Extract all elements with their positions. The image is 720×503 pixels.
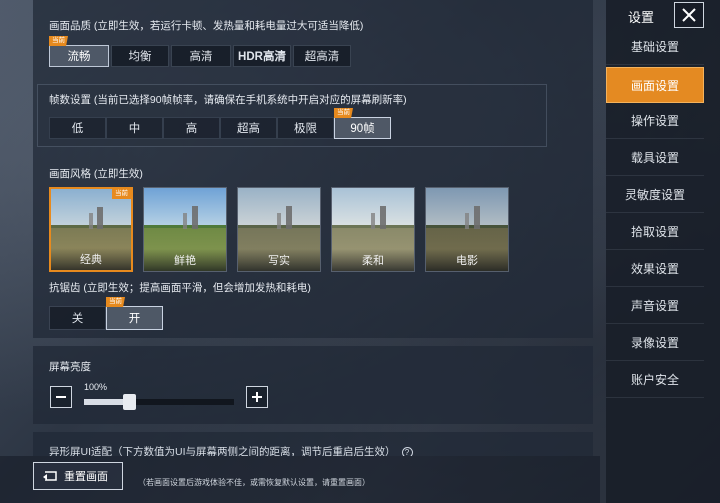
sidebar-item-effects[interactable]: 效果设置 xyxy=(606,251,704,287)
close-icon xyxy=(682,8,696,22)
style-option-classic[interactable]: 当前 经典 xyxy=(49,187,133,272)
style-selector: 当前 经典 鲜艳 写实 柔和 电影 xyxy=(49,187,519,272)
fps-selector: 低 中 高 超高 极限 当前 90帧 xyxy=(49,108,391,139)
style-option-label: 经典 xyxy=(51,248,131,270)
fps-option-90[interactable]: 当前 90帧 xyxy=(334,108,391,139)
fps-title: 帧数设置 (当前已选择90帧帧率，请确保在手机系统中开启对应的屏幕刷新率) xyxy=(49,94,407,106)
tower-graphic xyxy=(473,206,480,230)
sidebar-item-pickup[interactable]: 拾取设置 xyxy=(606,214,704,250)
minus-icon xyxy=(56,396,66,398)
quality-option-label: 超高清 xyxy=(304,51,340,63)
fps-option-label: 中 xyxy=(128,123,141,135)
sidebar-item-label: 拾取设置 xyxy=(630,225,679,239)
current-tag: 当前 xyxy=(334,108,353,118)
style-title: 画面风格 (立即生效) xyxy=(49,168,143,180)
style-option-label: 写实 xyxy=(238,249,320,271)
sidebar-item-label: 声音设置 xyxy=(630,299,679,313)
quality-option-label: 高清 xyxy=(189,51,213,63)
antialias-option-on[interactable]: 当前 开 xyxy=(106,297,163,330)
plus-icon xyxy=(252,392,262,402)
style-option-soft[interactable]: 柔和 xyxy=(331,187,415,272)
quality-option-hd[interactable]: 高清 xyxy=(171,45,231,67)
tower-graphic xyxy=(191,206,198,230)
style-option-label: 电影 xyxy=(426,249,508,271)
quality-option-hdr[interactable]: HDR高清 xyxy=(233,45,291,67)
help-icon[interactable]: ? xyxy=(401,446,413,456)
brightness-decrease-button[interactable] xyxy=(50,386,72,408)
sidebar-item-label: 录像设置 xyxy=(630,336,679,350)
quality-option-label: 均衡 xyxy=(128,51,152,63)
notch-adapt-panel: 异形屏UI适配（下方数值为UI与屏幕两侧之间的距离，调节后重启后生效）? xyxy=(33,432,593,456)
style-option-vivid[interactable]: 鲜艳 xyxy=(143,187,227,272)
sidebar-item-replay[interactable]: 录像设置 xyxy=(606,325,704,361)
sidebar-item-graphics[interactable]: 画面设置 xyxy=(606,67,704,103)
brightness-increase-button[interactable] xyxy=(246,386,268,408)
notch-adapt-title: 异形屏UI适配（下方数值为UI与屏幕两侧之间的距离，调节后重启后生效）? xyxy=(49,444,413,456)
brightness-value: 100% xyxy=(84,382,108,392)
fps-option-label: 低 xyxy=(71,123,84,135)
style-option-cinema[interactable]: 电影 xyxy=(425,187,509,272)
reset-hint: （若画面设置后游戏体验不佳，或需恢复默认设置，请重置画面） xyxy=(138,478,370,487)
brightness-control: 100% xyxy=(50,382,270,410)
current-tag: 当前 xyxy=(49,36,68,46)
fps-option-ultra[interactable]: 超高 xyxy=(220,117,277,139)
fps-option-label: 90帧 xyxy=(350,123,375,135)
reset-icon xyxy=(43,471,57,481)
quality-option-ultra[interactable]: 超高清 xyxy=(293,45,351,67)
fps-option-label: 超高 xyxy=(237,123,260,135)
antialias-option-off[interactable]: 关 xyxy=(49,306,106,330)
sidebar-item-audio[interactable]: 声音设置 xyxy=(606,288,704,324)
antialias-option-label: 关 xyxy=(71,313,84,325)
quality-option-smooth[interactable]: 当前 流畅 xyxy=(49,36,109,67)
tower-graphic xyxy=(379,206,386,230)
sidebar-item-basic[interactable]: 基础设置 xyxy=(606,29,704,65)
sidebar-item-label: 账户安全 xyxy=(630,373,679,387)
notch-adapt-title-text: 异形屏UI适配（下方数值为UI与屏幕两侧之间的距离，调节后重启后生效） xyxy=(49,446,396,456)
close-button[interactable] xyxy=(674,2,704,28)
style-option-label: 柔和 xyxy=(332,249,414,271)
brightness-panel xyxy=(33,346,593,424)
brightness-slider-thumb[interactable] xyxy=(123,394,136,410)
quality-option-label: 流畅 xyxy=(67,51,91,63)
brightness-slider[interactable] xyxy=(84,394,234,410)
fps-option-extreme[interactable]: 极限 xyxy=(277,117,334,139)
reset-graphics-label: 重置画面 xyxy=(64,471,108,483)
fps-option-label: 高 xyxy=(185,123,198,135)
quality-title: 画面品质 (立即生效，若运行卡顿、发热量和耗电量过大可适当降低) xyxy=(49,20,364,32)
style-option-realistic[interactable]: 写实 xyxy=(237,187,321,272)
fps-option-low[interactable]: 低 xyxy=(49,117,106,139)
antialias-selector: 关 当前 开 xyxy=(49,297,163,330)
quality-option-label: HDR高清 xyxy=(238,51,286,63)
tower-graphic xyxy=(89,213,94,230)
sidebar-item-label: 画面设置 xyxy=(630,78,679,93)
sidebar-item-label: 操作设置 xyxy=(630,114,679,128)
sidebar-item-label: 灵敏度设置 xyxy=(624,188,685,202)
brightness-title: 屏幕亮度 xyxy=(49,361,91,373)
sidebar-item-vehicle[interactable]: 载具设置 xyxy=(606,140,704,176)
tower-graphic xyxy=(97,206,104,230)
sidebar-item-label: 基础设置 xyxy=(630,40,679,54)
sidebar-item-controls[interactable]: 操作设置 xyxy=(606,103,704,139)
antialias-title: 抗锯齿 (立即生效；提高画面平滑，但会增加发热和耗电) xyxy=(49,282,311,294)
current-tag: 当前 xyxy=(106,297,125,307)
reset-graphics-button[interactable]: 重置画面 xyxy=(33,462,123,490)
tower-graphic xyxy=(285,206,292,230)
fps-option-medium[interactable]: 中 xyxy=(106,117,163,139)
current-tag: 当前 xyxy=(112,189,131,199)
sidebar-item-label: 效果设置 xyxy=(630,262,679,276)
sidebar-title: 设置 xyxy=(628,10,655,25)
tower-graphic xyxy=(277,212,282,230)
fps-option-high[interactable]: 高 xyxy=(163,117,220,139)
antialias-option-label: 开 xyxy=(128,313,141,325)
tower-graphic xyxy=(183,212,188,230)
tower-graphic xyxy=(465,212,470,230)
quality-option-balanced[interactable]: 均衡 xyxy=(111,45,169,67)
style-option-label: 鲜艳 xyxy=(144,249,226,271)
fps-option-label: 极限 xyxy=(294,123,317,135)
sidebar-item-sensitivity[interactable]: 灵敏度设置 xyxy=(606,177,704,213)
sidebar-item-label: 载具设置 xyxy=(630,151,679,165)
tower-graphic xyxy=(371,212,376,230)
quality-selector: 当前 流畅 均衡 高清 HDR高清 超高清 xyxy=(49,36,353,67)
sidebar-item-account[interactable]: 账户安全 xyxy=(606,362,704,398)
